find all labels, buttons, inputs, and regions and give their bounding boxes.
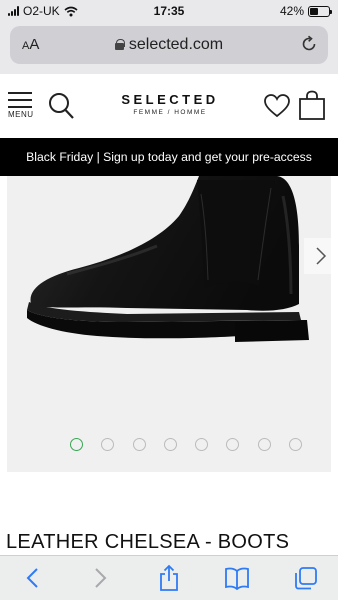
browser-top-chrome: O2-UK 17:35 42% AA selected.com xyxy=(0,0,338,74)
reload-icon[interactable] xyxy=(300,35,318,53)
brand-name: SELECTED xyxy=(121,92,219,107)
gallery-dot[interactable] xyxy=(132,438,146,451)
gallery-dot[interactable] xyxy=(257,438,271,451)
menu-label: MENU xyxy=(8,110,34,119)
gallery-dot[interactable] xyxy=(70,438,83,451)
tabs-icon[interactable] xyxy=(293,564,319,592)
search-icon[interactable] xyxy=(48,92,74,120)
url-display[interactable]: selected.com xyxy=(10,36,328,54)
bookmarks-icon[interactable] xyxy=(224,564,250,592)
gallery-dot[interactable] xyxy=(226,438,240,451)
gallery-dot[interactable] xyxy=(195,438,209,451)
url-text: selected.com xyxy=(128,36,224,53)
lock-icon xyxy=(114,39,125,50)
product-image-chelsea-boot xyxy=(27,176,309,342)
shopping-bag-icon[interactable] xyxy=(298,90,326,120)
wishlist-heart-icon[interactable] xyxy=(264,94,290,118)
gallery-dot[interactable] xyxy=(101,438,115,451)
address-bar[interactable]: AA selected.com xyxy=(10,26,328,64)
site-header: MENU SELECTED FEMME / HOMME xyxy=(0,74,338,138)
gallery-dot[interactable] xyxy=(289,438,303,451)
battery-icon xyxy=(308,5,332,17)
status-bar: O2-UK 17:35 42% xyxy=(0,0,338,22)
share-icon[interactable] xyxy=(156,564,182,592)
brand-subtitle: FEMME / HOMME xyxy=(133,109,207,116)
battery-percent: 42% xyxy=(279,4,304,18)
back-arrow-icon[interactable] xyxy=(20,564,46,592)
product-image-gallery[interactable] xyxy=(7,176,331,472)
chevron-right-icon xyxy=(316,247,327,265)
gallery-dot[interactable] xyxy=(163,438,177,451)
browser-toolbar xyxy=(0,555,338,600)
promo-text: Black Friday | Sign up today and get you… xyxy=(26,150,312,164)
battery-level xyxy=(310,7,318,15)
status-right: 42% xyxy=(279,4,332,18)
menu-button[interactable]: MENU xyxy=(8,92,36,122)
promo-banner[interactable]: Black Friday | Sign up today and get you… xyxy=(0,138,338,176)
product-title: LEATHER CHELSEA - BOOTS xyxy=(6,531,290,553)
next-image-button[interactable] xyxy=(304,238,331,274)
brand-logo[interactable]: SELECTED FEMME / HOMME xyxy=(100,92,240,116)
forward-arrow-icon[interactable] xyxy=(87,564,113,592)
gallery-pagination xyxy=(70,438,303,451)
menu-icon xyxy=(8,92,36,108)
